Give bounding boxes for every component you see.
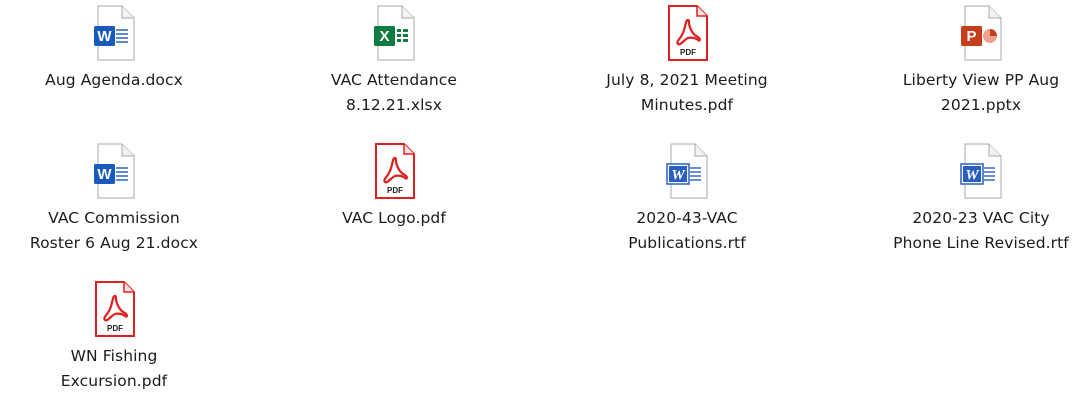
excel-spreadsheet-icon: X xyxy=(370,4,418,66)
file-item-vac-publications[interactable]: W 2020-43-VAC Publications.rtf xyxy=(577,142,797,256)
word-document-icon: W xyxy=(90,142,138,204)
file-name: Liberty View PP Aug 2021.pptx xyxy=(902,71,1060,114)
svg-text:X: X xyxy=(379,28,389,45)
pdf-document-icon: PDF xyxy=(90,280,138,342)
file-name: VAC Commission Roster 6 Aug 21.docx xyxy=(29,209,199,252)
file-item-wn-fishing-excursion[interactable]: PDF WN Fishing Excursion.pdf xyxy=(4,280,224,394)
file-name: July 8, 2021 Meeting Minutes.pdf xyxy=(606,71,768,114)
pdf-document-icon: PDF xyxy=(370,142,418,204)
svg-text:W: W xyxy=(97,166,112,183)
svg-text:PDF: PDF xyxy=(680,48,696,57)
svg-text:W: W xyxy=(671,168,686,184)
file-name: Aug Agenda.docx xyxy=(45,71,183,89)
file-name: VAC Attendance 8.12.21.xlsx xyxy=(330,71,458,114)
wordpad-document-icon: W xyxy=(663,142,711,204)
file-item-vac-city-phone-line[interactable]: W 2020-23 VAC City Phone Line Revised.rt… xyxy=(871,142,1081,256)
file-name: 2020-43-VAC Publications.rtf xyxy=(628,209,746,252)
file-name: VAC Logo.pdf xyxy=(342,209,446,227)
svg-text:P: P xyxy=(966,28,976,45)
wordpad-document-icon: W xyxy=(957,142,1005,204)
file-item-vac-logo[interactable]: PDF VAC Logo.pdf xyxy=(284,142,504,231)
file-item-aug-agenda[interactable]: W Aug Agenda.docx xyxy=(4,4,224,93)
file-name: WN Fishing Excursion.pdf xyxy=(60,347,168,390)
svg-text:PDF: PDF xyxy=(387,186,403,195)
word-document-icon: W xyxy=(90,4,138,66)
svg-text:W: W xyxy=(97,28,112,45)
file-item-july-meeting-minutes[interactable]: PDF July 8, 2021 Meeting Minutes.pdf xyxy=(577,4,797,118)
pdf-document-icon: PDF xyxy=(663,4,711,66)
file-item-vac-attendance[interactable]: X VAC Attendance 8.12.21.xlsx xyxy=(284,4,504,118)
svg-text:PDF: PDF xyxy=(107,324,123,333)
powerpoint-presentation-icon: P xyxy=(957,4,1005,66)
svg-text:W: W xyxy=(965,168,980,184)
file-item-vac-commission-roster[interactable]: W VAC Commission Roster 6 Aug 21.docx xyxy=(4,142,224,256)
file-item-liberty-view-pp[interactable]: P Liberty View PP Aug 2021.pptx xyxy=(871,4,1081,118)
file-name: 2020-23 VAC City Phone Line Revised.rtf xyxy=(893,209,1069,252)
